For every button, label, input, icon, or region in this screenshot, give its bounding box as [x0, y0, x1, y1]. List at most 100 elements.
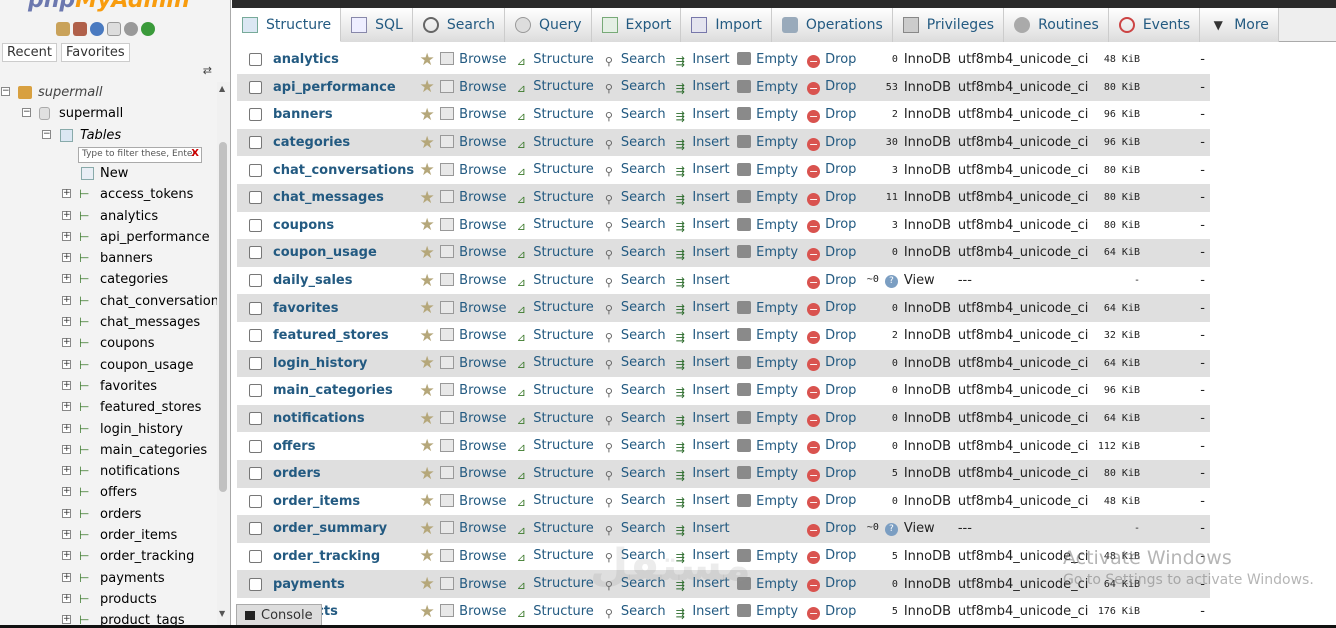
drop-action[interactable]: − Drop [807, 101, 864, 129]
table-icon[interactable]: ⊢ [79, 486, 93, 499]
table-icon[interactable]: ⊢ [79, 592, 93, 606]
table-name-link[interactable]: order_summary [273, 515, 414, 543]
insert-action[interactable]: ⇶ Insert [673, 515, 737, 543]
structure-action[interactable]: ⊿ Structure [514, 377, 602, 405]
expand-icon[interactable]: + [62, 231, 71, 241]
insert-action[interactable]: ⇶ Insert [673, 239, 737, 267]
empty-action[interactable]: Empty [737, 212, 807, 240]
expand-icon[interactable]: + [62, 274, 71, 284]
drop-action[interactable]: − Drop [807, 405, 864, 433]
drop-action[interactable]: − Drop [807, 74, 864, 102]
drop-action[interactable]: − Drop [807, 46, 864, 74]
row-checkbox[interactable] [248, 549, 262, 563]
empty-action[interactable]: Empty [737, 156, 807, 184]
structure-action[interactable]: ⊿ Structure [514, 570, 602, 598]
table-name-link[interactable]: notifications [273, 405, 414, 433]
table-name-link[interactable]: favorites [273, 294, 414, 322]
table-icon[interactable]: ⊢ [79, 358, 93, 372]
browse-action[interactable]: Browse [440, 460, 514, 488]
empty-action[interactable]: Empty [737, 460, 807, 488]
table-name-link[interactable]: coupons [273, 212, 414, 240]
drop-action[interactable]: − Drop [807, 432, 864, 460]
tree-table-notifications[interactable]: + ⊢ notifications [0, 461, 217, 482]
structure-action[interactable]: ⊿ Structure [514, 184, 602, 212]
table-icon[interactable]: ⊢ [79, 209, 93, 223]
empty-action[interactable]: Empty [737, 405, 807, 433]
empty-action[interactable]: Empty [737, 488, 807, 516]
table-icon[interactable]: ⊢ [79, 507, 93, 521]
tab-more[interactable]: ▼ More [1200, 8, 1279, 42]
drop-action[interactable]: − Drop [807, 212, 864, 240]
browse-action[interactable]: Browse [440, 46, 514, 74]
tree-database[interactable]: − supermall [0, 103, 217, 124]
structure-action[interactable]: ⊿ Structure [514, 74, 602, 102]
tab-export[interactable]: Export [591, 8, 682, 42]
table-icon[interactable]: ⊢ [79, 422, 93, 436]
structure-action[interactable]: ⊿ Structure [514, 156, 602, 184]
empty-action[interactable]: Empty [737, 239, 807, 267]
search-action[interactable]: ⚲ Search [602, 598, 673, 626]
table-icon[interactable]: ⊢ [79, 294, 93, 308]
expand-icon[interactable]: + [62, 487, 71, 497]
insert-action[interactable]: ⇶ Insert [673, 460, 737, 488]
tree-table-order-items[interactable]: + ⊢ order_items [0, 525, 217, 546]
tree-server[interactable]: − supermall [0, 82, 217, 103]
drop-action[interactable]: − Drop [807, 598, 864, 626]
browse-action[interactable]: Browse [440, 377, 514, 405]
tree-table-favorites[interactable]: + ⊢ favorites [0, 376, 217, 397]
row-checkbox[interactable] [248, 356, 262, 370]
tab-sql[interactable]: SQL [341, 8, 413, 42]
table-name-link[interactable]: featured_stores [273, 322, 414, 350]
help-icon[interactable]: ? [884, 522, 898, 536]
drop-action[interactable]: − Drop [807, 156, 864, 184]
help-icon[interactable]: ? [884, 274, 898, 288]
drop-action[interactable]: − Drop [807, 543, 864, 571]
drop-action[interactable]: − Drop [807, 515, 864, 543]
favorite-star-icon[interactable]: ★ [414, 350, 440, 378]
empty-action[interactable]: Empty [737, 74, 807, 102]
tree-table-featured-stores[interactable]: + ⊢ featured_stores [0, 397, 217, 418]
table-filter-input[interactable]: Type to filter these, Enter X [78, 147, 202, 163]
table-icon[interactable]: ⊢ [79, 443, 93, 457]
reload-icon[interactable] [141, 22, 155, 36]
phpmyadmin-logo[interactable]: phpMyAdmin [28, 0, 190, 13]
drop-action[interactable]: − Drop [807, 488, 864, 516]
tree-new-table[interactable]: New [0, 163, 217, 184]
drop-action[interactable]: − Drop [807, 239, 864, 267]
expand-icon[interactable]: + [62, 210, 71, 220]
structure-action[interactable]: ⊿ Structure [514, 129, 602, 157]
empty-action[interactable]: Empty [737, 377, 807, 405]
row-checkbox[interactable] [248, 522, 262, 536]
expand-icon[interactable]: + [62, 295, 71, 305]
tab-privileges[interactable]: Privileges [892, 8, 1005, 42]
favorite-star-icon[interactable]: ★ [414, 74, 440, 102]
tree-table-products[interactable]: + ⊢ products [0, 589, 217, 610]
tab-import[interactable]: Import [681, 8, 772, 42]
favorite-star-icon[interactable]: ★ [414, 101, 440, 129]
empty-action[interactable]: Empty [737, 294, 807, 322]
help-icon[interactable] [90, 22, 104, 36]
structure-action[interactable]: ⊿ Structure [514, 267, 602, 295]
browse-action[interactable]: Browse [440, 294, 514, 322]
favorite-star-icon[interactable]: ★ [414, 156, 440, 184]
empty-action[interactable]: Empty [737, 184, 807, 212]
structure-action[interactable]: ⊿ Structure [514, 212, 602, 240]
tree-table-main-categories[interactable]: + ⊢ main_categories [0, 440, 217, 461]
search-action[interactable]: ⚲ Search [602, 515, 673, 543]
drop-action[interactable]: − Drop [807, 322, 864, 350]
insert-action[interactable]: ⇶ Insert [673, 598, 737, 626]
structure-action[interactable]: ⊿ Structure [514, 515, 602, 543]
insert-action[interactable]: ⇶ Insert [673, 212, 737, 240]
favorite-star-icon[interactable]: ★ [414, 239, 440, 267]
expand-icon[interactable]: + [62, 615, 71, 625]
gear-icon[interactable] [124, 22, 138, 36]
table-name-link[interactable]: main_categories [273, 377, 414, 405]
browse-action[interactable]: Browse [440, 405, 514, 433]
empty-action[interactable]: Empty [737, 46, 807, 74]
insert-action[interactable]: ⇶ Insert [673, 405, 737, 433]
tree-table-categories[interactable]: + ⊢ categories [0, 269, 217, 290]
table-icon[interactable]: ⊢ [79, 230, 93, 244]
tree-tables-group[interactable]: − Tables [0, 125, 217, 146]
row-checkbox[interactable] [248, 412, 262, 426]
table-name-link[interactable]: order_items [273, 488, 414, 516]
